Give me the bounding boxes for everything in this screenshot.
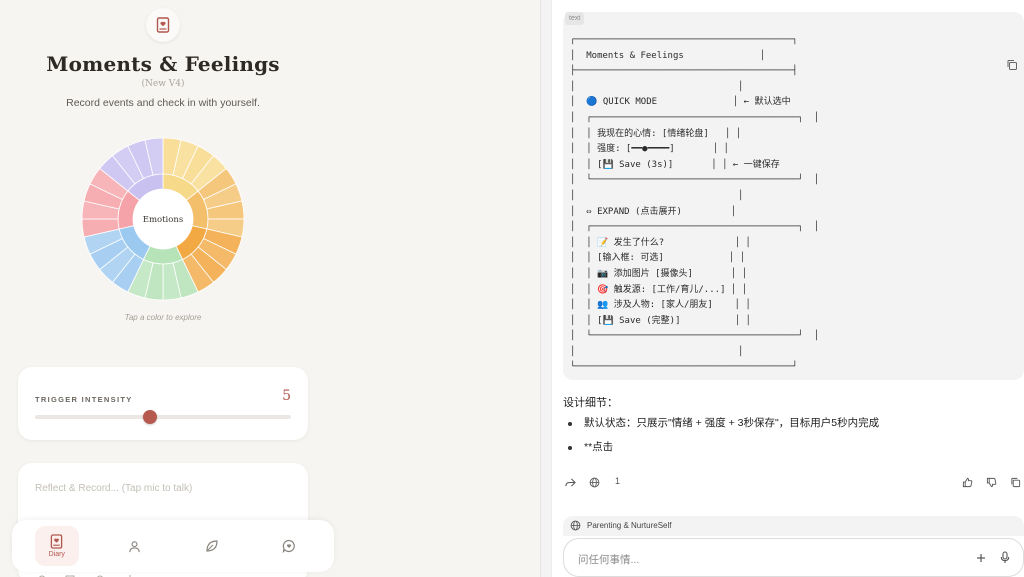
- microphone-icon[interactable]: [1000, 551, 1010, 564]
- intensity-slider-track[interactable]: [35, 415, 291, 419]
- share-icon: [564, 477, 576, 487]
- thumbs-up-button[interactable]: [960, 475, 974, 489]
- copy-icon: [1010, 477, 1020, 487]
- panel-divider[interactable]: [540, 0, 552, 577]
- plus-icon[interactable]: [976, 553, 986, 563]
- chat-input[interactable]: 问任何事情...: [563, 538, 1024, 577]
- app-preview-panel: Moments & Feelings (New V4) Record event…: [0, 0, 540, 577]
- thumbs-up-icon: [962, 477, 972, 487]
- copy-message-button[interactable]: [1008, 475, 1022, 489]
- intensity-slider-thumb[interactable]: [143, 410, 158, 424]
- code-language-tag: text: [565, 12, 585, 25]
- toolbar-peek: [30, 568, 310, 577]
- reflect-input[interactable]: Reflect & Record... (Tap mic to talk): [35, 483, 192, 494]
- nav-chat[interactable]: [267, 526, 311, 566]
- wheel-hint: Tap a color to explore: [124, 313, 202, 322]
- app-logo: [146, 8, 180, 42]
- intensity-label: TRIGGER INTENSITY: [35, 395, 133, 404]
- code-content: ┌───────────────────────────────────────…: [570, 35, 820, 373]
- chat-panel: text ┌──────────────────────────────────…: [552, 0, 1024, 577]
- app-title: Moments & Feelings: [46, 52, 280, 76]
- book-heart-icon: [50, 534, 63, 549]
- intensity-card: TRIGGER INTENSITY 5: [18, 367, 308, 440]
- thumbs-down-icon: [986, 477, 996, 487]
- heart-chat-icon: [282, 539, 296, 553]
- chat-input-placeholder: 问任何事情...: [578, 554, 640, 566]
- share-button[interactable]: [563, 475, 577, 489]
- notes-title: 设计细节：: [563, 397, 618, 409]
- nav-diary-label: Diary: [48, 551, 65, 558]
- context-chip[interactable]: Parenting & NurtureSelf: [563, 516, 1024, 536]
- code-block: text ┌──────────────────────────────────…: [563, 12, 1024, 380]
- notes-list: 默认状态：只展示"情绪 + 强度 + 3秒保存"，目标用户5秒内完成 **点击: [566, 415, 879, 463]
- intensity-value: 5: [282, 388, 291, 404]
- app-subtitle: Record events and check in with yourself…: [66, 97, 260, 109]
- person-icon: [129, 540, 140, 552]
- emotion-wheel-graphic[interactable]: Emotions: [80, 136, 246, 302]
- list-item: **点击: [566, 439, 879, 463]
- sources-count: 1: [615, 476, 621, 486]
- globe-icon: [570, 520, 581, 531]
- thumbs-down-button[interactable]: [984, 475, 998, 489]
- copy-icon[interactable]: [1006, 59, 1018, 71]
- nav-nature[interactable]: [190, 526, 234, 566]
- app-version: (New V4): [141, 79, 185, 89]
- globe-icon: [589, 477, 599, 487]
- book-heart-icon: [156, 17, 170, 33]
- nav-profile[interactable]: [112, 526, 156, 566]
- context-label: Parenting & NurtureSelf: [587, 521, 672, 530]
- message-actions: 1: [563, 475, 1023, 489]
- bottom-nav: Diary: [12, 520, 334, 572]
- wheel-center-label: Emotions: [143, 215, 183, 225]
- list-item: 默认状态：只展示"情绪 + 强度 + 3秒保存"，目标用户5秒内完成: [566, 415, 879, 439]
- nav-diary[interactable]: Diary: [34, 526, 79, 566]
- emotion-wheel[interactable]: Emotions: [80, 136, 246, 302]
- sources-button[interactable]: [587, 475, 601, 489]
- leaf-icon: [206, 540, 218, 552]
